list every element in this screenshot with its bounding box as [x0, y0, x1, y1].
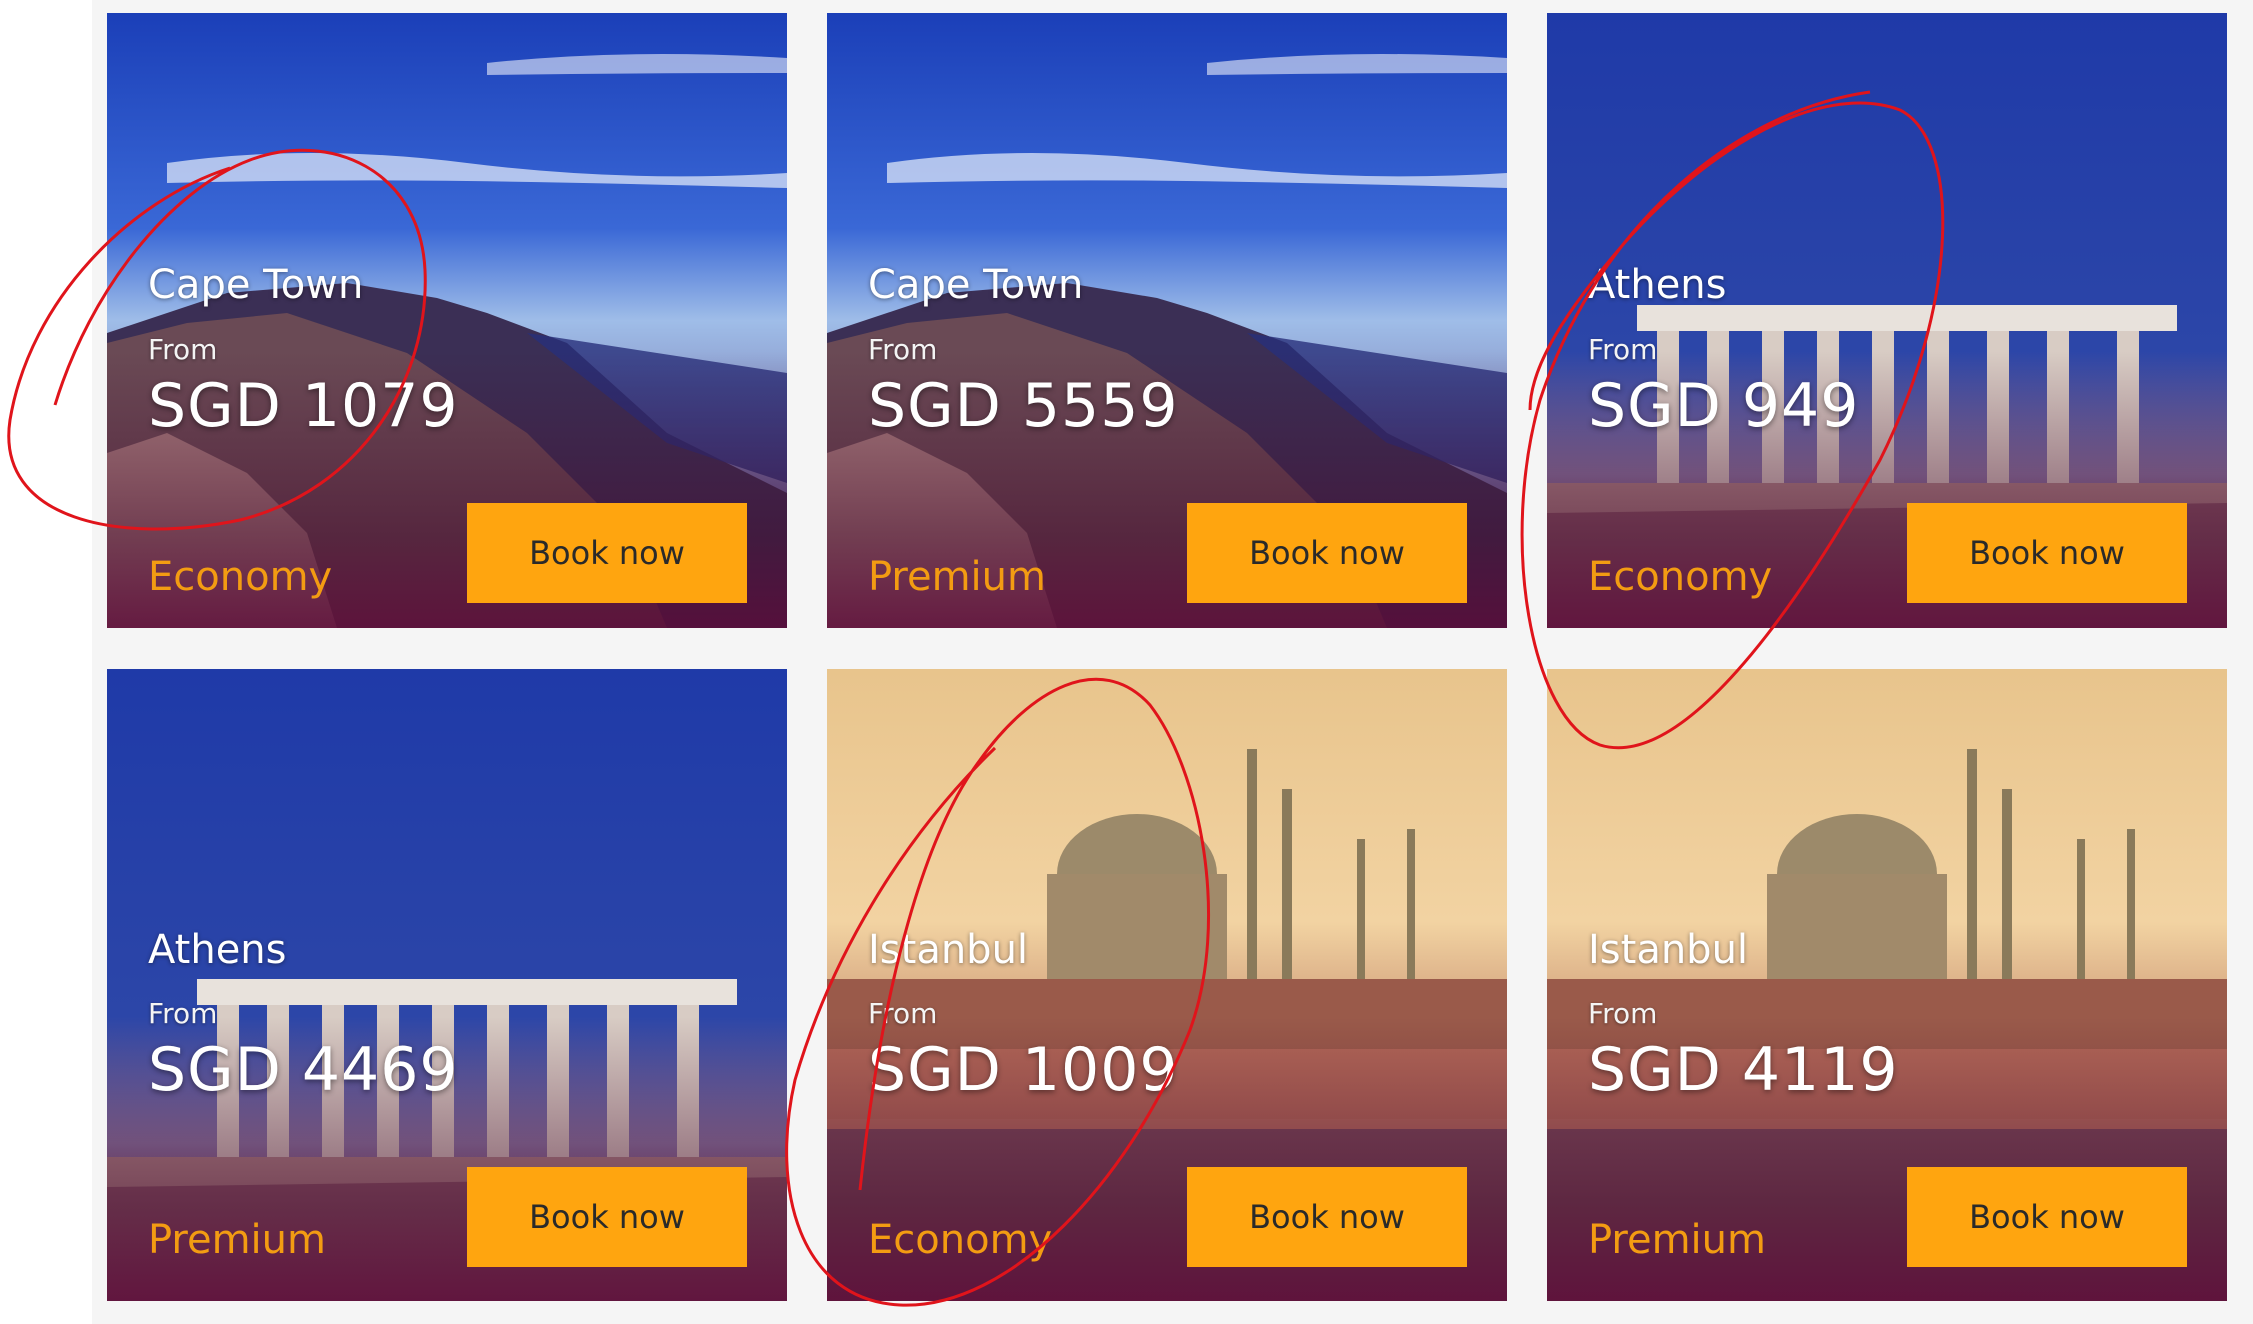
deal-card[interactable]: Cape Town From SGD 1079 Economy Book now: [107, 13, 787, 628]
cabin-class: Premium: [868, 554, 1046, 600]
city-name: Athens: [148, 927, 287, 973]
price: SGD 949: [1588, 371, 1860, 441]
city-name: Cape Town: [868, 262, 1084, 308]
price: SGD 5559: [868, 371, 1179, 441]
city-name: Istanbul: [1588, 927, 1749, 973]
price: SGD 4469: [148, 1035, 459, 1105]
price: SGD 4119: [1588, 1035, 1899, 1105]
cabin-class: Economy: [1588, 554, 1773, 600]
cabin-class: Premium: [1588, 1217, 1766, 1263]
from-label: From: [868, 997, 938, 1030]
deal-card[interactable]: Cape Town From SGD 5559 Premium Book now: [827, 13, 1507, 628]
book-now-button[interactable]: Book now: [1187, 503, 1467, 603]
book-now-button[interactable]: Book now: [1907, 503, 2187, 603]
deal-card[interactable]: Istanbul From SGD 4119 Premium Book now: [1547, 669, 2227, 1301]
book-now-button[interactable]: Book now: [467, 503, 747, 603]
deal-card[interactable]: Athens From SGD 949 Economy Book now: [1547, 13, 2227, 628]
book-now-button[interactable]: Book now: [467, 1167, 747, 1267]
deals-page: Cape Town From SGD 1079 Economy Book now: [0, 0, 2253, 1324]
city-name: Istanbul: [868, 927, 1029, 973]
cabin-class: Premium: [148, 1217, 326, 1263]
from-label: From: [148, 333, 218, 366]
from-label: From: [1588, 997, 1658, 1030]
deal-card[interactable]: Athens From SGD 4469 Premium Book now: [107, 669, 787, 1301]
deal-card[interactable]: Istanbul From SGD 1009 Economy Book now: [827, 669, 1507, 1301]
from-label: From: [148, 997, 218, 1030]
city-name: Cape Town: [148, 262, 364, 308]
price: SGD 1009: [868, 1035, 1179, 1105]
book-now-button[interactable]: Book now: [1907, 1167, 2187, 1267]
from-label: From: [868, 333, 938, 366]
cabin-class: Economy: [868, 1217, 1053, 1263]
city-name: Athens: [1588, 262, 1727, 308]
from-label: From: [1588, 333, 1658, 366]
cabin-class: Economy: [148, 554, 333, 600]
price: SGD 1079: [148, 371, 459, 441]
book-now-button[interactable]: Book now: [1187, 1167, 1467, 1267]
